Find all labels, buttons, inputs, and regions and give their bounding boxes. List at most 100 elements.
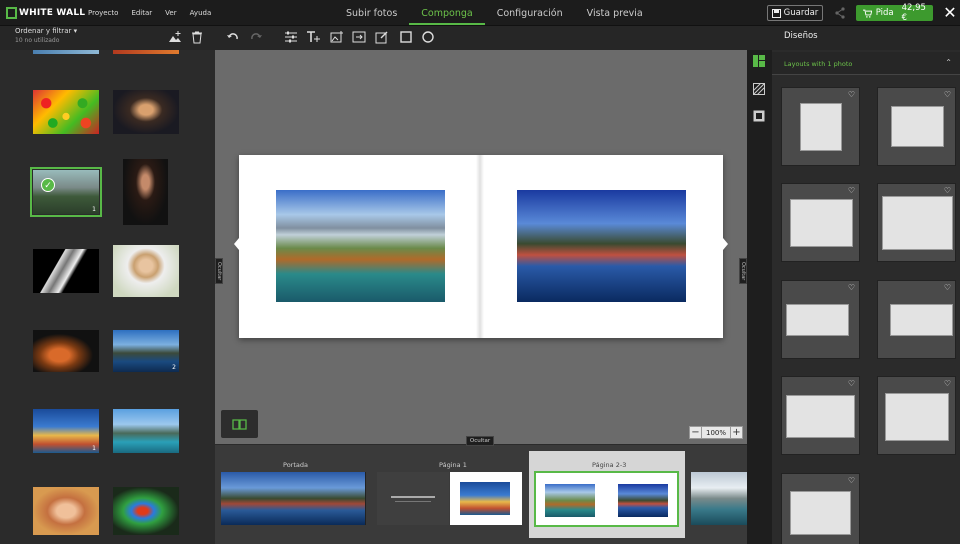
menu-proyecto[interactable]: Proyecto [88,9,118,17]
zoom-out-button[interactable]: − [689,425,702,439]
zoom-in-button[interactable]: + [730,425,743,439]
sort-filter-button[interactable]: Ordenar y filtrar ▾ [15,27,77,35]
book-view-button[interactable] [221,410,258,438]
page-photo-right[interactable] [517,190,686,302]
layout-option[interactable]: ♡ [781,280,860,359]
page-photo-mini [545,484,595,517]
step-subir-fotos[interactable]: Subir fotos [334,0,409,25]
layouts-section-header[interactable]: Layouts with 1 photo ⌃ [772,52,960,75]
usage-count: 2 [172,364,176,371]
page-label-cover: Portada [283,461,308,469]
photo-thumb-woman-portrait[interactable] [123,159,168,225]
page-thumb-1-left[interactable] [377,472,449,525]
layout-option[interactable]: ♡ [877,87,956,166]
photo-thumb-chameleon[interactable] [33,330,99,372]
heart-icon[interactable]: ♡ [848,284,855,292]
photo-thumb-lofoten[interactable]: 2 [113,330,179,372]
layout-option[interactable]: ♡ [877,183,956,262]
prev-page-arrow-icon[interactable] [234,238,239,250]
menu-editar[interactable]: Editar [131,9,152,17]
menu-bar: Proyecto Editar Ver Ayuda [88,9,211,17]
photo-thumb-woman-blond[interactable] [113,245,179,297]
heart-icon[interactable]: ♡ [848,380,855,388]
texture-icon[interactable] [753,83,765,95]
page-thumb-2-3-container[interactable]: Página 2-3 [529,451,685,538]
heart-icon[interactable]: ♡ [944,187,951,195]
layout-option[interactable]: ♡ [781,183,860,262]
photo-thumb[interactable] [33,50,99,54]
usage-count: 1 [92,206,96,213]
layouts-header-label: Layouts with 1 photo [784,60,853,68]
add-photo-icon[interactable] [168,30,182,44]
photo-thumb[interactable] [113,50,179,54]
save-label: Guardar [783,8,819,18]
layout-slot [882,196,953,250]
edit-icon[interactable] [375,30,389,44]
redo-icon[interactable] [249,30,263,44]
unused-count: 10 no utilizado [15,37,60,44]
heart-icon[interactable]: ♡ [848,91,855,99]
text-icon[interactable] [306,30,320,44]
page-label-1: Página 1 [439,461,467,469]
menu-ver[interactable]: Ver [165,9,176,17]
step-componga[interactable]: Componga [409,0,485,25]
spread-gutter [476,155,484,338]
photo-thumb-parrot[interactable] [113,487,179,535]
save-button[interactable]: Guardar [767,5,823,21]
layout-slot [786,395,855,438]
layout-option[interactable]: ♡ [877,280,956,359]
designs-title: Diseños [784,31,818,41]
frame-icon[interactable] [753,110,765,122]
selected-check-icon: ✓ [41,178,55,192]
photo-thumb-forest-selected[interactable]: ✓ 1 [30,167,102,217]
save-icon [771,8,781,18]
photo-thumb-woman-hat[interactable] [113,90,179,134]
photo-thumb-peppers[interactable] [33,90,99,134]
app-window: WHITE WALL Proyecto Editar Ver Ayuda Sub… [0,0,960,544]
layout-option[interactable]: ♡ [781,473,860,544]
step-vista-previa[interactable]: Vista previa [575,0,655,25]
photo-thumb-mountain-lake[interactable] [113,409,179,453]
heart-icon[interactable]: ♡ [944,91,951,99]
heart-icon[interactable]: ♡ [848,477,855,485]
logo-text: WHITE WALL [19,8,86,18]
add-image-icon[interactable] [330,30,344,44]
circle-icon[interactable] [421,30,435,44]
page-photo-left[interactable] [276,190,445,302]
hide-left-panel-tab[interactable]: Ocultar [215,258,223,284]
share-icon[interactable] [834,6,846,20]
heart-icon[interactable]: ♡ [848,187,855,195]
page-thumb-4-5[interactable] [691,472,747,525]
adjust-icon[interactable] [284,30,298,44]
designs-sidebar-tabs [747,50,772,544]
page-thumb-cover[interactable] [221,472,365,525]
close-icon[interactable]: ✕ [942,5,958,21]
top-bar: WHITE WALL Proyecto Editar Ver Ayuda Sub… [0,0,960,26]
hide-right-panel-tab[interactable]: Ocultar [739,258,747,284]
square-icon[interactable] [399,30,413,44]
replace-icon[interactable] [352,30,366,44]
heart-icon[interactable]: ♡ [944,284,951,292]
layout-option[interactable]: ♡ [877,376,956,455]
menu-ayuda[interactable]: Ayuda [190,9,212,17]
photo-thumb-cinque-terre[interactable]: 1 [33,409,99,453]
sort-filter-label: Ordenar y filtrar [15,27,72,35]
photo-thumb-building[interactable] [33,249,99,293]
layout-option[interactable]: ♡ [781,376,860,455]
photo-thumb-woman-redhead[interactable] [33,487,99,535]
chevron-up-icon: ⌃ [945,58,952,67]
trash-icon[interactable] [190,30,204,44]
layouts-icon[interactable] [753,55,765,67]
layout-option[interactable]: ♡ [781,87,860,166]
workflow-steps: Subir fotos Componga Configuración Vista… [334,0,655,26]
next-page-arrow-icon[interactable] [723,238,728,250]
layout-slot [885,393,949,441]
undo-icon[interactable] [226,30,240,44]
hide-bottom-panel-tab[interactable]: Ocultar [466,436,494,446]
order-button[interactable]: Pida 42,95 € [856,3,933,23]
step-configuracion[interactable]: Configuración [485,0,575,25]
logo[interactable]: WHITE WALL [6,6,85,20]
layout-slot [891,106,944,147]
page-thumb-1-right[interactable] [450,472,522,525]
heart-icon[interactable]: ♡ [944,380,951,388]
